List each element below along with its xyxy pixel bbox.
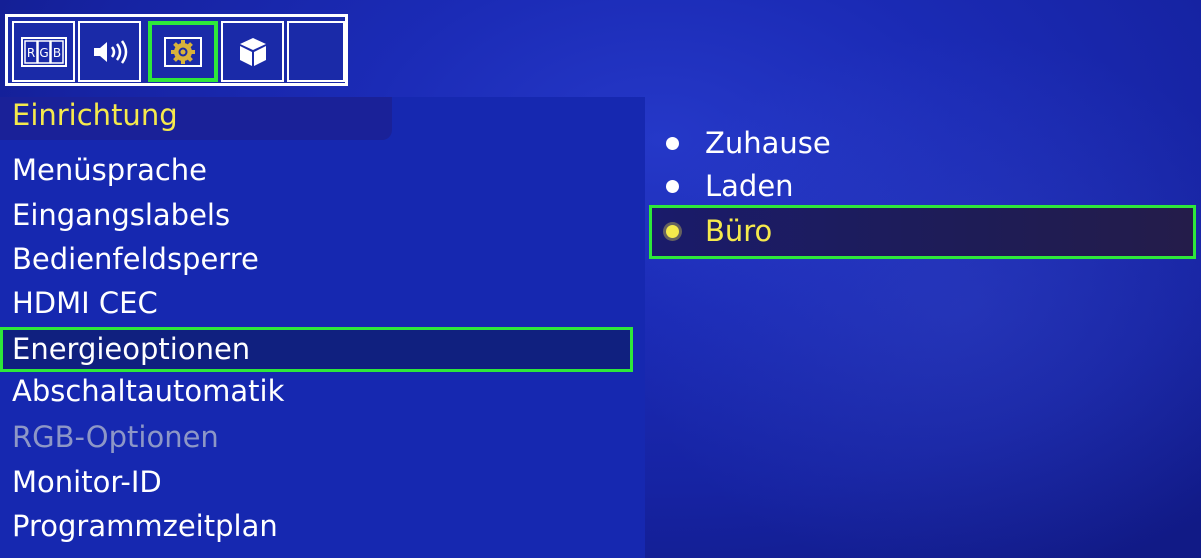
tab-sound[interactable] [78, 21, 141, 82]
selected-bullet-icon [666, 224, 679, 238]
category-tab-bar: R G B [5, 14, 348, 86]
menu-item-rgb-options: RGB-Optionen [12, 420, 219, 454]
option-label: Büro [705, 214, 773, 248]
menu-item-menu-language[interactable]: Menüsprache [12, 150, 207, 190]
rgb-icon-letter-g: G [39, 46, 48, 60]
gear-icon [164, 36, 202, 67]
menu-item-auto-power-off[interactable]: Abschaltautomatik [12, 371, 284, 411]
menu-item-input-labels[interactable]: Eingangslabels [12, 195, 230, 235]
option-store[interactable]: Laden [666, 167, 794, 205]
option-label: Laden [705, 169, 794, 203]
bullet-icon [666, 136, 679, 150]
menu-item-monitor-id[interactable]: Monitor-ID [12, 462, 162, 502]
menu-item-panel-lock[interactable]: Bedienfeldsperre [12, 239, 259, 279]
option-office[interactable]: Büro [666, 212, 772, 250]
rgb-icon-letter-r: R [26, 46, 34, 60]
menu-item-hdmi-cec[interactable]: HDMI CEC [12, 283, 158, 323]
tab-picture[interactable]: R G B [12, 21, 75, 82]
rgb-icon-letter-b: B [52, 46, 60, 60]
tab-empty[interactable] [287, 21, 345, 82]
tab-setup[interactable] [148, 21, 218, 82]
menu-item-schedule[interactable]: Programmzeitplan [12, 506, 278, 546]
option-label: Zuhause [705, 126, 831, 160]
speaker-icon [93, 39, 127, 64]
menu-item-power-options[interactable]: Energieoptionen [12, 329, 250, 369]
bullet-icon [666, 179, 679, 193]
section-title: Einrichtung [12, 98, 178, 132]
option-home[interactable]: Zuhause [666, 124, 831, 162]
tab-options[interactable] [221, 21, 284, 82]
cube-icon [239, 37, 266, 66]
rgb-icon: R G B [20, 36, 67, 67]
